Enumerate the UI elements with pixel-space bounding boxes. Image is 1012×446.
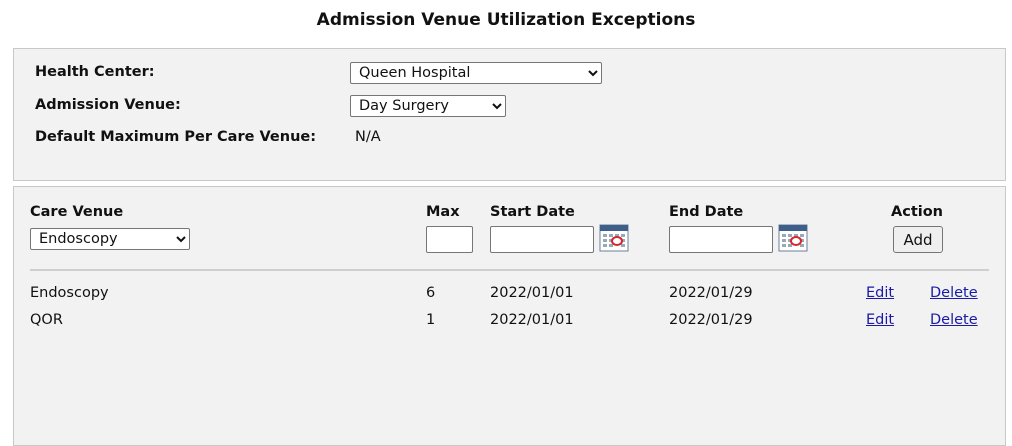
- max-input[interactable]: [426, 226, 473, 253]
- start-date-input[interactable]: [490, 226, 594, 253]
- default-max-label: Default Maximum Per Care Venue:: [35, 129, 317, 145]
- action-header: Action: [891, 204, 944, 220]
- edit-link[interactable]: Edit: [866, 285, 894, 301]
- start-date-header: Start Date: [490, 204, 575, 220]
- admission-venue-label: Admission Venue:: [35, 97, 181, 113]
- row-max: 1: [426, 312, 436, 328]
- care-venue-header: Care Venue: [30, 204, 124, 220]
- exceptions-panel: Care Venue Endoscopy Max Start Date End …: [13, 186, 1006, 446]
- health-center-select[interactable]: Queen Hospital: [350, 62, 602, 84]
- end-date-input[interactable]: [669, 226, 773, 253]
- row-max: 6: [426, 285, 436, 301]
- row-care-venue: QOR: [30, 312, 63, 328]
- edit-link[interactable]: Edit: [866, 312, 894, 328]
- delete-link[interactable]: Delete: [930, 312, 978, 328]
- filter-panel: Health Center: Queen Hospital Admission …: [13, 48, 1006, 181]
- max-header: Max: [426, 204, 460, 220]
- page-title: Admission Venue Utilization Exceptions: [316, 10, 696, 30]
- calendar-icon[interactable]: [599, 224, 629, 252]
- row-end-date: 2022/01/29: [669, 312, 753, 328]
- default-max-value: N/A: [355, 129, 381, 145]
- admission-venue-select[interactable]: Day Surgery: [350, 95, 506, 117]
- care-venue-select[interactable]: Endoscopy: [30, 228, 190, 250]
- row-end-date: 2022/01/29: [669, 285, 753, 301]
- divider: [30, 269, 989, 271]
- health-center-label: Health Center:: [35, 64, 155, 80]
- row-care-venue: Endoscopy: [30, 285, 109, 301]
- row-start-date: 2022/01/01: [490, 285, 574, 301]
- end-date-header: End Date: [669, 204, 744, 220]
- row-start-date: 2022/01/01: [490, 312, 574, 328]
- add-button[interactable]: Add: [893, 226, 943, 253]
- delete-link[interactable]: Delete: [930, 285, 978, 301]
- calendar-icon[interactable]: [778, 224, 808, 252]
